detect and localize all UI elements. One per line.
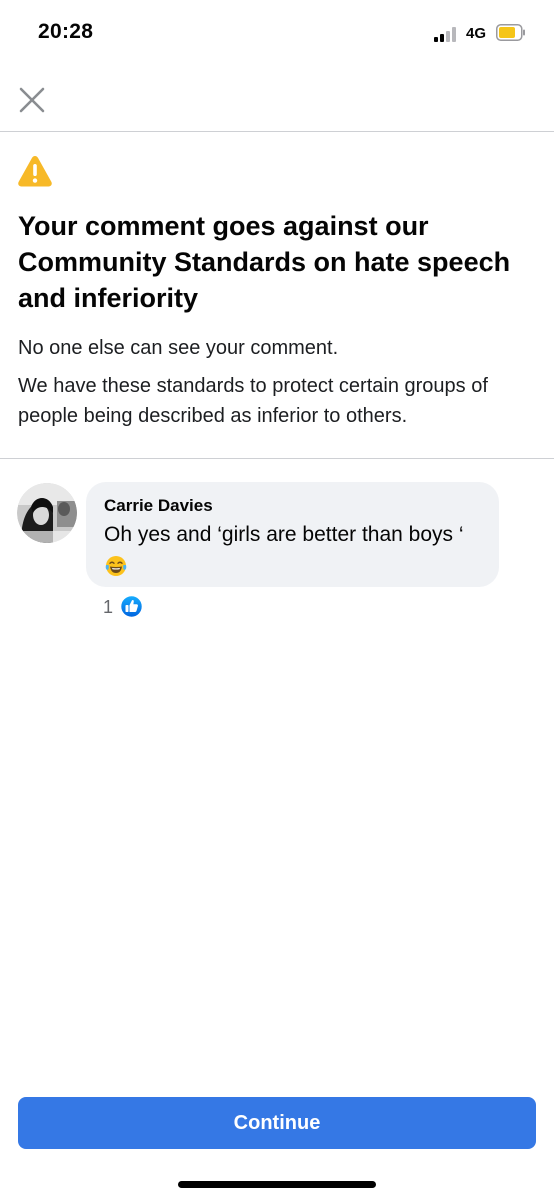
comment-author[interactable]: Carrie Davies [104,495,481,517]
continue-button[interactable]: Continue [18,1097,536,1149]
like-icon[interactable] [119,594,144,619]
visibility-notice: No one else can see your comment. [18,337,339,359]
network-label: 4G [466,25,487,42]
close-icon[interactable] [16,84,48,116]
status-bar: 20:28 4G [0,0,554,70]
comment-text: Oh yes and ‘girls are better than boys ‘ [104,519,481,581]
warning-headline: Your comment goes against our Community … [18,211,511,313]
battery-icon [496,24,525,41]
home-indicator[interactable] [178,1181,376,1188]
status-time: 20:28 [38,20,94,43]
avatar[interactable] [17,483,77,543]
header [0,70,554,132]
warning-icon [18,156,52,187]
signal-icon [434,26,460,42]
face-with-tears-of-joy-icon [105,556,127,576]
comment-bubble[interactable]: Carrie Davies Oh yes and ‘girls are bett… [86,482,499,587]
section-divider [0,458,554,459]
reaction-count[interactable]: 1 [103,596,113,618]
comment-body: Oh yes and ‘girls are better than boys ‘ [104,523,464,546]
standards-explanation: We have these standards to protect certa… [18,375,488,427]
